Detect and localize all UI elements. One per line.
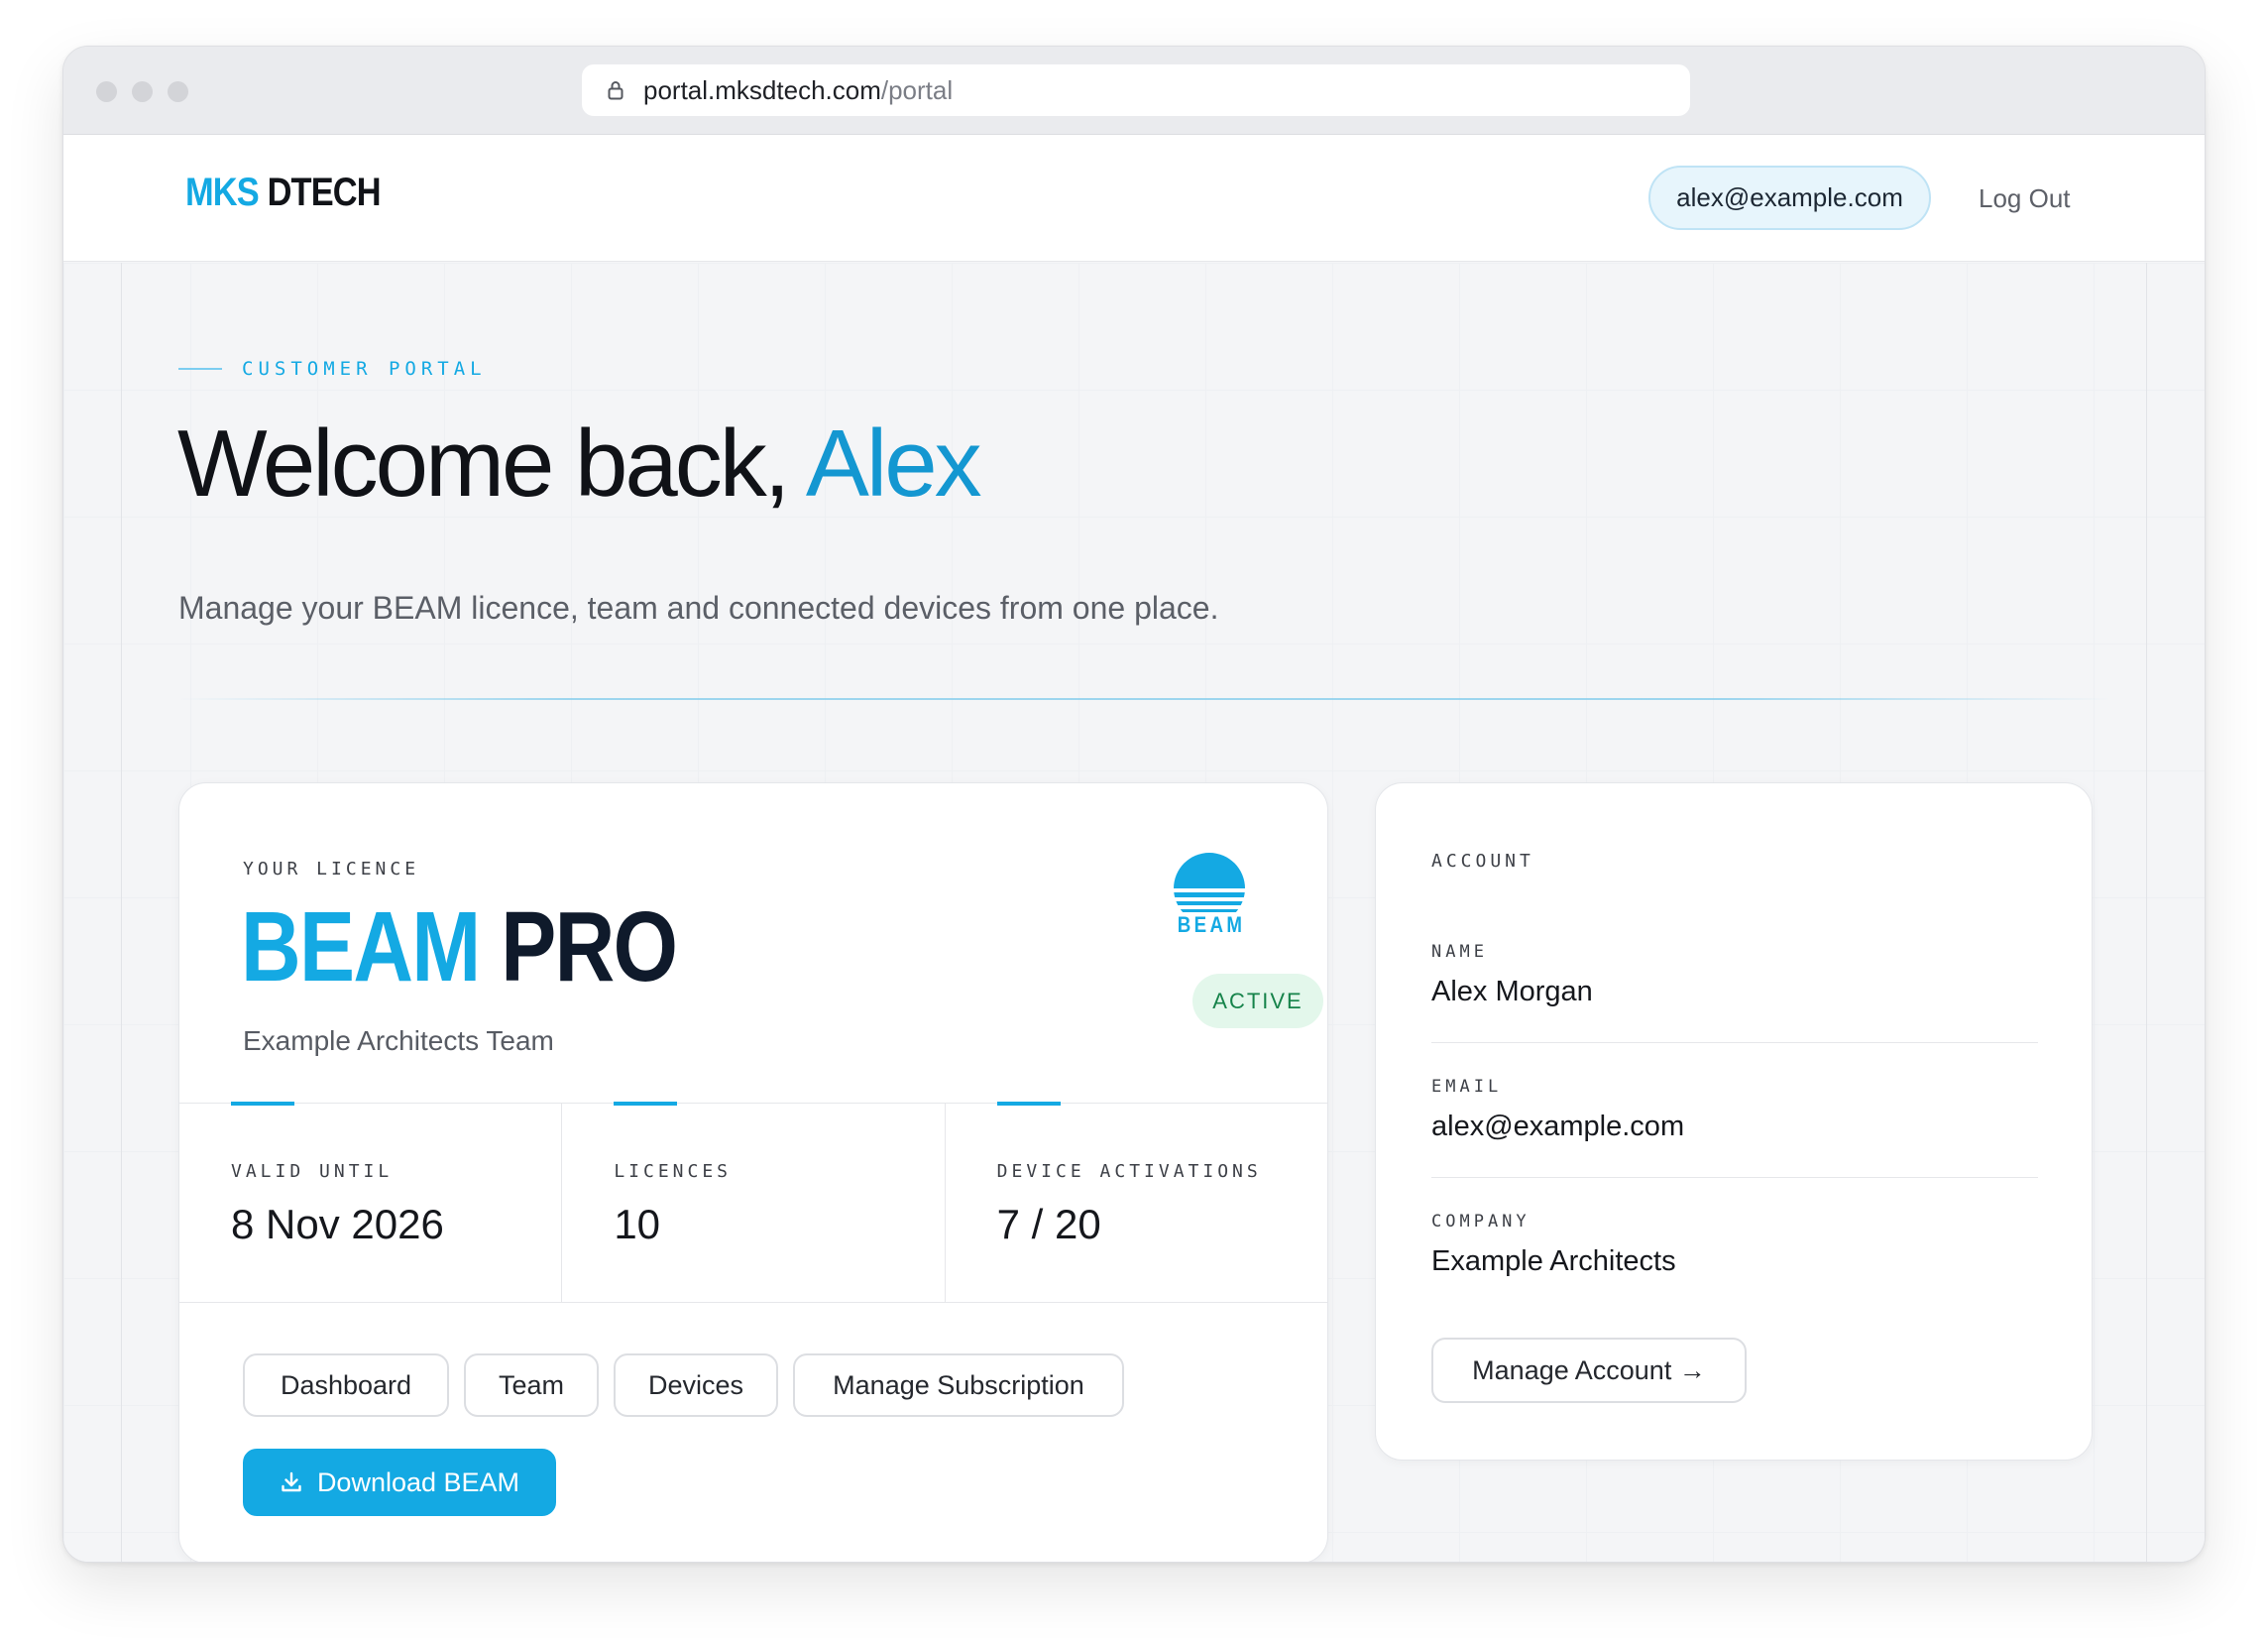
url-path: /portal (880, 74, 954, 105)
email-label: EMAIL (1431, 1077, 1503, 1097)
eyebrow-bar (178, 368, 222, 370)
licence-label: YOUR LICENCE (243, 859, 420, 880)
site-header: MKS DTECH alex@example.com Log Out (63, 135, 2205, 262)
content-guide-left (121, 263, 122, 1562)
eyebrow-text: CUSTOMER PORTAL (242, 358, 487, 380)
welcome-name: Alex (805, 410, 982, 517)
browser-chrome: portal.mksdtech.com/portal (63, 47, 2205, 135)
mks-dtech-logo[interactable]: MKS DTECH (185, 171, 382, 215)
product-name-part1: BEAM (241, 891, 481, 1002)
url-host: portal.mksdtech.com (643, 74, 881, 105)
stat-accent (231, 1102, 294, 1106)
stat-label: DEVICE ACTIVATIONS (996, 1161, 1262, 1182)
name-label: NAME (1431, 942, 1488, 962)
browser-window: portal.mksdtech.com/portal MKS DTECH ale… (62, 46, 2206, 1563)
stat-accent (614, 1102, 678, 1106)
stat-label: LICENCES (614, 1161, 733, 1182)
account-card: ACCOUNT NAME Alex Morgan EMAIL alex@exam… (1375, 782, 2093, 1461)
stat-label: VALID UNTIL (231, 1161, 394, 1182)
welcome-prefix: Welcome back, (177, 410, 806, 517)
eyebrow: CUSTOMER PORTAL (178, 358, 487, 380)
download-label: Download BEAM (316, 1466, 520, 1497)
content-guide-right (2146, 263, 2147, 1562)
email-value: alex@example.com (1431, 1111, 1685, 1142)
licence-stats: VALID UNTIL 8 Nov 2026 LICENCES 10 DEVIC… (179, 1102, 1327, 1303)
download-beam-button[interactable]: Download BEAM (243, 1449, 556, 1516)
stat-value: 10 (614, 1201, 661, 1247)
stat-device-activations: DEVICE ACTIVATIONS 7 / 20 (946, 1102, 1327, 1302)
product-name-part2: PRO (501, 891, 678, 1002)
window-maximize-dot[interactable] (168, 81, 188, 102)
page-title: Welcome back, Alex (177, 410, 982, 519)
hero-divider (178, 698, 2111, 700)
logout-link[interactable]: Log Out (1979, 183, 2071, 214)
manage-subscription-button[interactable]: Manage Subscription (793, 1353, 1124, 1417)
account-title: ACCOUNT (1431, 851, 1534, 872)
manage-account-button[interactable]: Manage Account → (1431, 1338, 1747, 1403)
main-content: CUSTOMER PORTAL Welcome back, Alex Manag… (63, 263, 2205, 1562)
user-email-pill[interactable]: alex@example.com (1648, 166, 1931, 230)
beam-logo: BEAM (1172, 851, 1247, 946)
licence-card: YOUR LICENCE BEAM PRO Example Architects… (178, 782, 1328, 1562)
page-subtitle: Manage your BEAM licence, team and conne… (178, 590, 1219, 626)
beam-logo-text: BEAM (1177, 912, 1246, 937)
field-divider (1431, 1042, 2038, 1043)
team-button[interactable]: Team (464, 1353, 599, 1417)
stat-value: 7 / 20 (996, 1201, 1101, 1247)
dashboard-button[interactable]: Dashboard (243, 1353, 449, 1417)
stat-valid-until: VALID UNTIL 8 Nov 2026 (179, 1102, 563, 1302)
stat-value: 8 Nov 2026 (231, 1201, 444, 1247)
stat-licences: LICENCES 10 (562, 1102, 946, 1302)
lock-icon (608, 80, 624, 100)
company-label: COMPANY (1431, 1212, 1531, 1232)
address-bar[interactable]: portal.mksdtech.com/portal (582, 64, 1690, 116)
logo-mks: MKS (185, 171, 260, 214)
team-name: Example Architects Team (243, 1025, 554, 1056)
status-badge: ACTIVE (1192, 974, 1323, 1028)
company-value: Example Architects (1431, 1245, 1676, 1277)
field-divider (1431, 1177, 2038, 1178)
window-close-dot[interactable] (96, 81, 117, 102)
logo-dtech: DTECH (267, 171, 382, 214)
stat-accent (996, 1102, 1061, 1106)
download-icon (280, 1470, 303, 1494)
name-value: Alex Morgan (1431, 976, 1593, 1007)
window-minimize-dot[interactable] (132, 81, 153, 102)
devices-button[interactable]: Devices (614, 1353, 778, 1417)
product-name: BEAM PRO (241, 890, 678, 1004)
